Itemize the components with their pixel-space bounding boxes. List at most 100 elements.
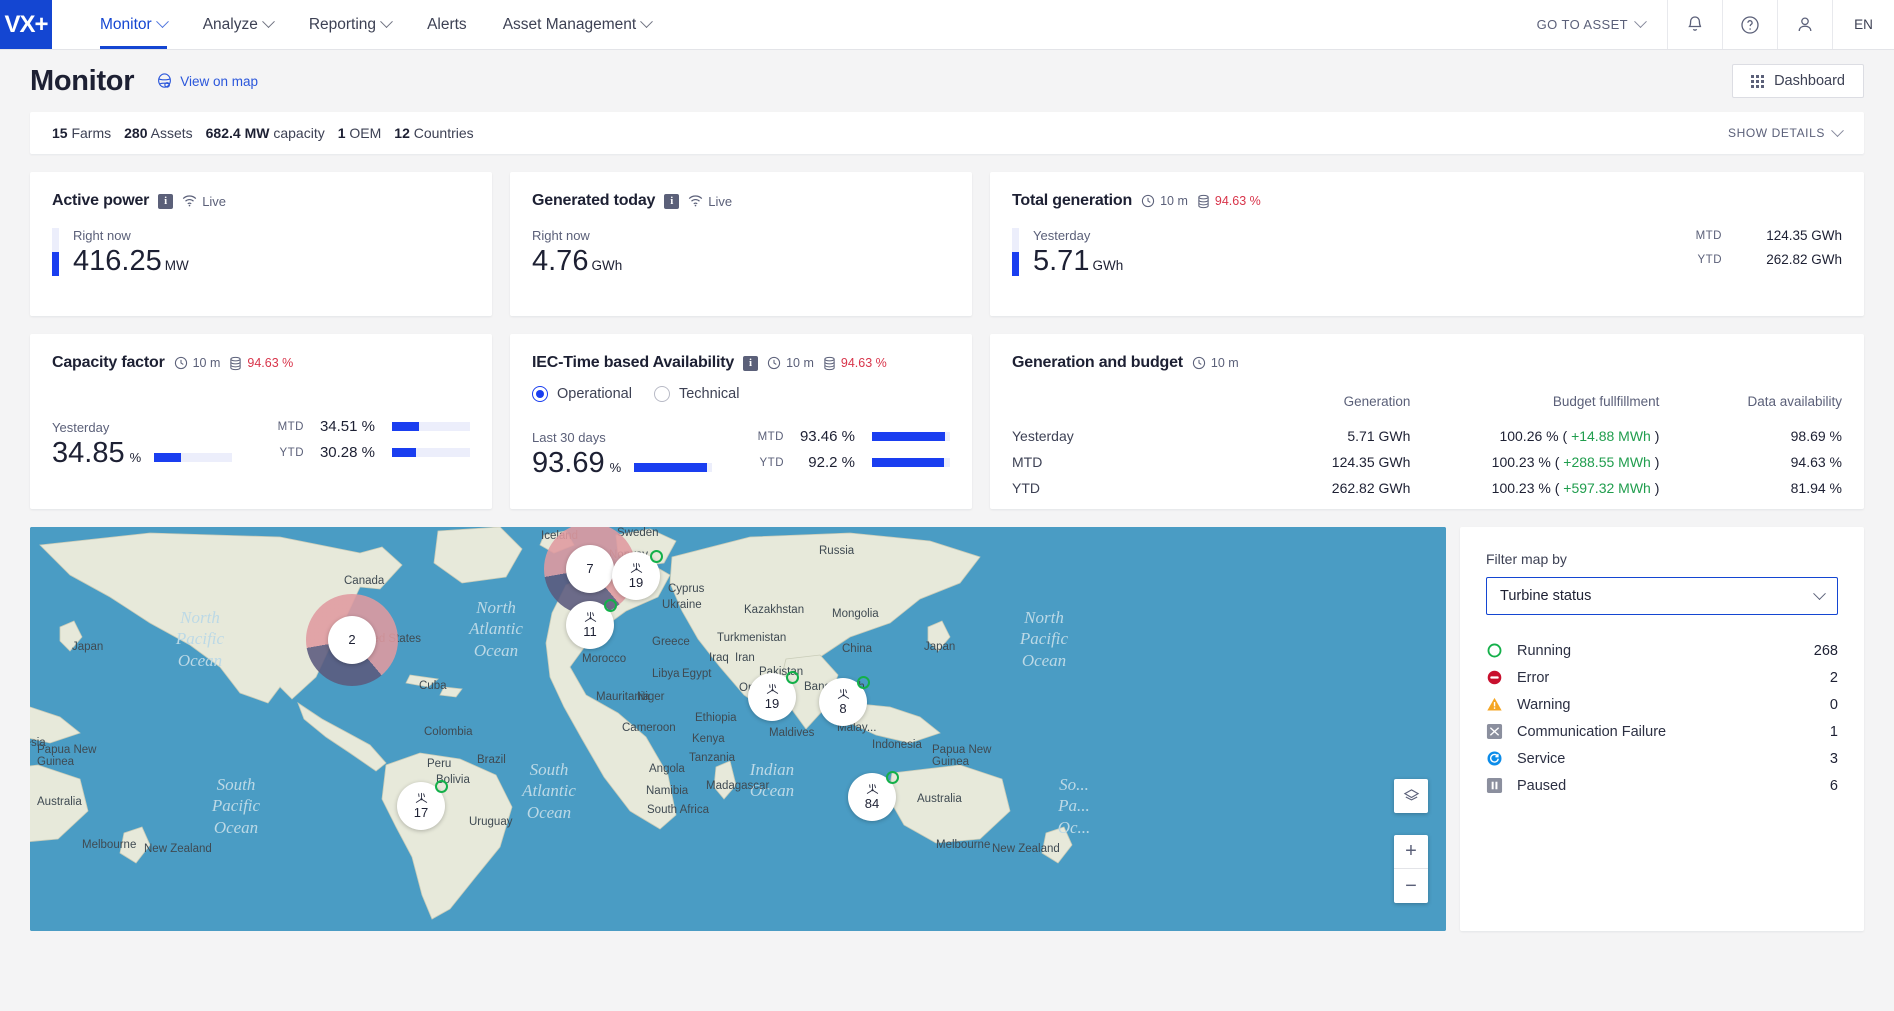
- legend-item-communication-failure[interactable]: Communication Failure 1: [1486, 718, 1838, 745]
- accent-bar: [52, 228, 59, 277]
- card-header: Generation and budget 10 m: [1012, 354, 1842, 372]
- info-icon[interactable]: i: [664, 193, 680, 209]
- globe-icon: [158, 72, 172, 88]
- view-on-map-link[interactable]: View on map: [156, 72, 258, 90]
- legend-item-warning[interactable]: Warning 0: [1486, 691, 1838, 718]
- info-icon[interactable]: i: [743, 355, 759, 371]
- cluster-count: 8: [839, 701, 847, 716]
- stat-oem-label: OEM: [349, 125, 382, 141]
- filter-map-by-select[interactable]: Turbine status: [1486, 577, 1838, 615]
- radio-technical[interactable]: Technical: [653, 386, 739, 402]
- card-title: Generation and budget: [1012, 354, 1183, 371]
- table-row: Yesterday 5.71 GWh 100.26 % ( +14.88 MWh )…: [1012, 423, 1842, 449]
- stat-capacity-label: capacity: [273, 125, 325, 141]
- refresh-interval: 10 m: [174, 356, 220, 370]
- cluster-count: 2: [348, 631, 356, 647]
- map-layers-button[interactable]: [1394, 779, 1428, 813]
- nav-item-monitor[interactable]: Monitor: [82, 0, 185, 49]
- cell-period: MTD: [1012, 454, 1043, 470]
- dashboard-button[interactable]: Dashboard: [1732, 64, 1864, 98]
- map-cluster-marker[interactable]: 8: [819, 676, 870, 726]
- table-body: Yesterday 5.71 GWh 100.26 % ( +14.88 MWh )…: [1012, 423, 1842, 501]
- radio-operational[interactable]: Operational: [532, 386, 632, 402]
- notifications-button[interactable]: [1667, 0, 1722, 49]
- map-cluster-marker[interactable]: 84: [848, 771, 899, 821]
- metric-label: Last 30 days: [532, 430, 606, 445]
- zoom-in-button[interactable]: +: [1394, 835, 1428, 869]
- stat-key: MTD: [277, 420, 304, 433]
- go-to-asset-button[interactable]: GO TO ASSET: [1515, 0, 1667, 49]
- legend-item-service[interactable]: Service 3: [1486, 745, 1838, 772]
- primary-metric: Yesterday 34.85 %: [52, 420, 233, 470]
- metric-value-row: 5.71 GWh: [1033, 246, 1123, 276]
- availability-mode-radios: Operational Technical: [532, 386, 950, 402]
- cell-budget-fulfillment: 100.23 % ( +288.55 MWh ): [1491, 454, 1660, 470]
- metric-unit: MW: [164, 258, 189, 273]
- nav-item-asset-management[interactable]: Asset Management: [485, 0, 670, 49]
- show-details-toggle[interactable]: SHOW DETAILS: [1728, 123, 1844, 140]
- legend-item-error[interactable]: Error 2: [1486, 664, 1838, 691]
- legend-item-label: Running: [1517, 642, 1572, 659]
- progress-bar-yesterday: [154, 453, 233, 462]
- status-running-icon: [786, 671, 799, 684]
- table-row: MTD 124.35 GWh 100.23 % ( +288.55 MWh ) 94.…: [1012, 449, 1842, 475]
- progress-bar-ytd: [872, 458, 950, 467]
- card-header: Active power i Live: [52, 192, 470, 210]
- language-selector[interactable]: EN: [1832, 0, 1894, 49]
- legend-item-count: 0: [1829, 696, 1838, 713]
- stat-row-ytd: YTD 30.28 %: [278, 444, 470, 461]
- help-circle-icon: [1741, 15, 1759, 34]
- legend-item-running[interactable]: Running 268: [1486, 637, 1838, 664]
- stat-countries-label: Countries: [413, 125, 474, 141]
- nav-item-alerts[interactable]: Alerts: [409, 0, 485, 49]
- map-cluster-marker[interactable]: 11: [566, 599, 617, 649]
- budget-delta: +597.32 MWh: [1563, 480, 1651, 496]
- service-icon: [1486, 750, 1503, 767]
- column-period: [1012, 394, 1228, 423]
- legend-item-count: 1: [1829, 723, 1838, 740]
- card-iec-availability: IEC-Time based Availability i 10 m 94.63…: [510, 334, 972, 509]
- info-icon[interactable]: i: [158, 193, 174, 209]
- capacity-factor-body: Yesterday 34.85 % MTD 34.51 % YTD 30.28 …: [52, 418, 470, 470]
- metric-unit: %: [609, 460, 622, 475]
- map-cluster-marker[interactable]: 19: [612, 550, 663, 600]
- map-cluster-marker[interactable]: 2: [328, 616, 376, 664]
- stat-value: 34.51 %: [319, 418, 375, 435]
- primary-metric: Last 30 days 93.69 %: [532, 430, 713, 480]
- cell-data-availability: 94.63 %: [1790, 454, 1842, 470]
- nav-item-analyze[interactable]: Analyze: [185, 0, 291, 49]
- show-details-label: SHOW DETAILS: [1728, 126, 1825, 140]
- app-logo[interactable]: VX+: [0, 0, 52, 49]
- card-title: Total generation: [1012, 192, 1133, 209]
- top-navigation-bar: VX+ Monitor Analyze Reporting Alerts Ass…: [0, 0, 1894, 50]
- nav-item-reporting[interactable]: Reporting: [291, 0, 409, 49]
- help-button[interactable]: [1722, 0, 1777, 49]
- world-map[interactable]: North Pacific Ocean North Atlantic Ocean N…: [30, 527, 1446, 931]
- availability-body: Last 30 days 93.69 % MTD 93.46 % YTD 92.…: [532, 428, 950, 480]
- map-cluster-marker[interactable]: 19: [748, 671, 799, 721]
- legend-item-label: Communication Failure: [1517, 723, 1667, 740]
- cluster-count: 19: [628, 575, 644, 590]
- zoom-out-button[interactable]: −: [1394, 869, 1428, 903]
- map-zoom-controls[interactable]: + −: [1394, 835, 1428, 903]
- refresh-label: 10 m: [786, 356, 814, 370]
- card-header: Generated today i Live: [532, 192, 950, 210]
- stat-row-ytd: YTD 262.82 GWh: [1696, 252, 1843, 267]
- metric-value: 416.25: [73, 245, 162, 277]
- map-cluster-marker[interactable]: 7: [566, 545, 614, 593]
- radio-dot-icon: [653, 386, 670, 402]
- metric: Right now 4.76 GWh: [532, 228, 950, 276]
- nav-item-label: Alerts: [427, 15, 467, 33]
- go-to-asset-label: GO TO ASSET: [1536, 17, 1628, 32]
- map-cluster-marker[interactable]: 17: [397, 780, 448, 830]
- live-indicator: Live: [688, 194, 732, 209]
- legend-item-paused[interactable]: Paused 6: [1486, 772, 1838, 799]
- chevron-down-icon: [261, 15, 275, 29]
- live-label: Live: [202, 193, 227, 209]
- stat-value: 93.46 %: [799, 428, 855, 445]
- error-icon: [1486, 669, 1503, 686]
- stat-key: YTD: [759, 456, 784, 469]
- progress-bar-last30: [634, 463, 713, 472]
- user-profile-button[interactable]: [1777, 0, 1832, 49]
- comm-failure-icon: [1486, 723, 1503, 740]
